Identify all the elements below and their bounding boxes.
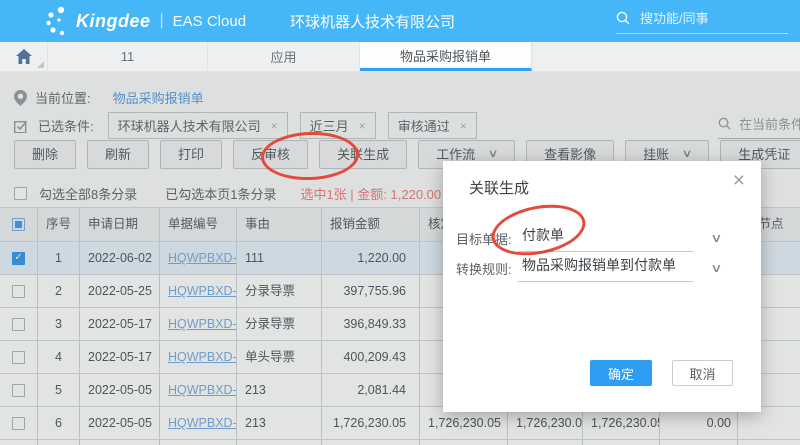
home-icon	[16, 49, 32, 64]
convert-rule-value: 物品采购报销单到付款单	[522, 255, 676, 275]
tab-expense-list[interactable]: 物品采购报销单	[360, 42, 532, 71]
tab-label: 11	[121, 49, 135, 64]
convert-rule-label: 转换规则:	[456, 259, 518, 278]
tab-home[interactable]	[0, 42, 48, 71]
brand-name: Kingdee	[76, 11, 151, 32]
search-icon	[616, 11, 630, 25]
convert-rule-field: 转换规则: 物品采购报销单到付款单 ∨	[456, 253, 748, 283]
tab-11[interactable]: 11	[48, 42, 208, 71]
dialog-title: 关联生成	[469, 177, 529, 198]
tab-label: 应用	[270, 47, 296, 66]
tab-label: 物品采购报销单	[400, 46, 491, 65]
chevron-down-icon[interactable]: ∨	[710, 261, 722, 275]
dialog-buttons: 确定 取消	[590, 360, 733, 386]
ok-button[interactable]: 确定	[590, 360, 652, 386]
app-window: Kingdee | EAS Cloud 环球机器人技术有限公司 搜功能/同事 1…	[0, 0, 800, 445]
tab-apps[interactable]: 应用	[208, 42, 360, 71]
close-icon[interactable]: ×	[733, 169, 745, 193]
tab-resize-grip[interactable]	[37, 61, 44, 68]
cancel-button[interactable]: 取消	[672, 360, 733, 386]
top-bar: Kingdee | EAS Cloud 环球机器人技术有限公司 搜功能/同事	[0, 0, 800, 42]
chevron-down-icon[interactable]: ∨	[710, 231, 722, 245]
brand-divider: |	[160, 12, 164, 30]
link-generate-dialog: 关联生成 × 目标单据: 付款单 ∨ 转换规则: 物品采购报销单到付款单 ∨ 确…	[443, 161, 761, 412]
tab-bar: 11 应用 物品采购报销单	[0, 42, 800, 72]
global-search-input[interactable]: 搜功能/同事	[616, 8, 788, 34]
global-search-placeholder: 搜功能/同事	[640, 8, 709, 27]
company-name: 环球机器人技术有限公司	[290, 11, 455, 32]
product-name: EAS Cloud	[173, 13, 246, 30]
kingdee-logo-icon	[46, 6, 70, 36]
convert-rule-select[interactable]: 物品采购报销单到付款单 ∨	[518, 255, 693, 282]
